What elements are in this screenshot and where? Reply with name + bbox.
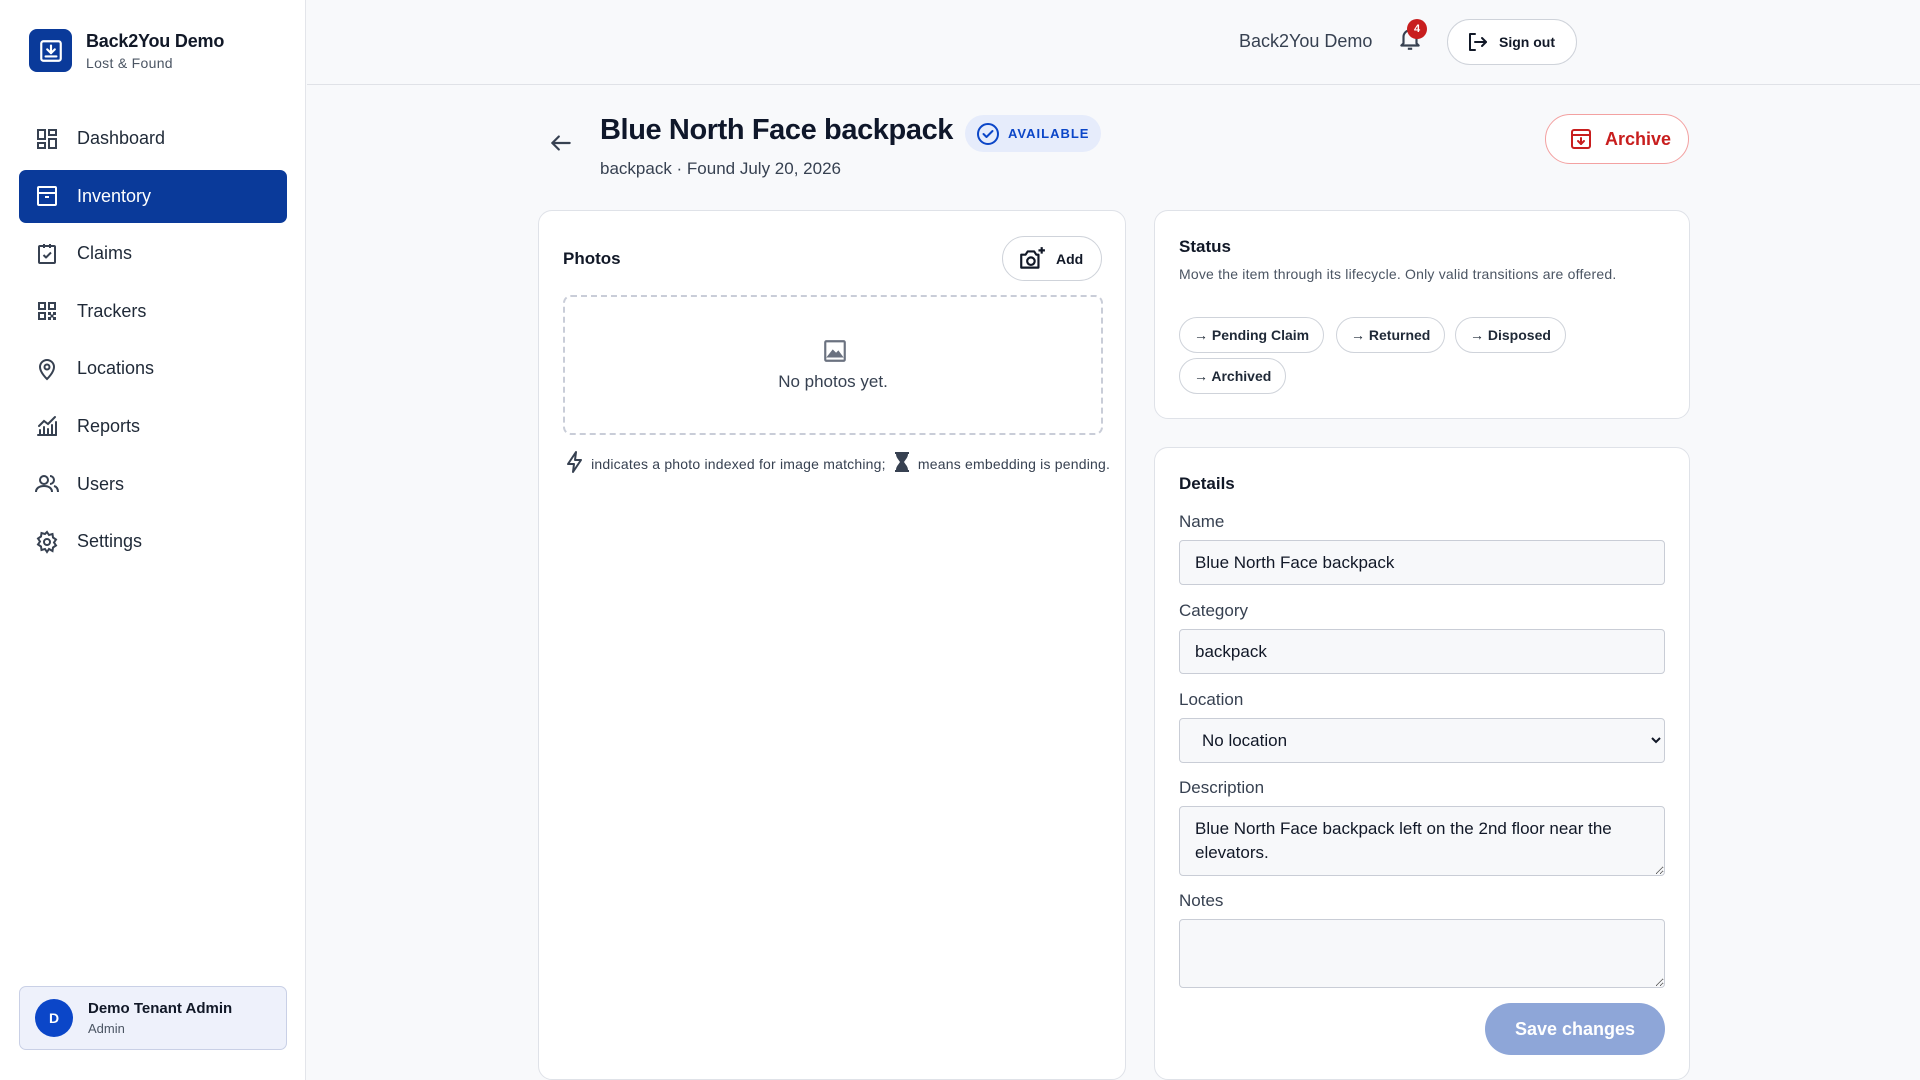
sign-out-label: Sign out — [1499, 34, 1555, 50]
archive-box-icon — [34, 183, 60, 209]
details-card: Details Name Category Location No locati… — [1154, 447, 1690, 1080]
photos-card: Photos Add No photos yet. indicates a ph… — [538, 210, 1126, 1080]
status-description: Move the item through its lifecycle. Onl… — [1179, 266, 1617, 282]
tenant-name: Back2You Demo — [1239, 31, 1373, 51]
gear-icon — [34, 529, 60, 555]
notes-label: Notes — [1179, 891, 1224, 910]
page-title: Blue North Face backpack — [600, 114, 954, 146]
category-label: Category — [1179, 601, 1248, 620]
user-role: Admin — [88, 1021, 125, 1036]
chart-icon — [34, 413, 60, 439]
transition-archived-button[interactable]: → Archived — [1179, 358, 1287, 394]
transition-pending-claim-button[interactable]: → Pending Claim — [1179, 317, 1325, 353]
location-select[interactable]: No location — [1179, 718, 1665, 763]
photo-legend: indicates a photo indexed for image matc… — [563, 449, 1111, 482]
sidebar-item-dashboard[interactable]: Dashboard — [19, 112, 287, 165]
check-circle-icon — [976, 122, 1000, 146]
no-photos-message: No photos yet. — [778, 372, 888, 391]
sidebar-item-users[interactable]: Users — [19, 458, 287, 511]
archive-button[interactable]: Archive — [1545, 114, 1689, 164]
image-placeholder-icon — [822, 338, 848, 369]
brand-subtitle: Lost & Found — [86, 54, 173, 71]
legend-text-pending: means embedding is pending. — [917, 456, 1111, 472]
avatar: D — [35, 999, 73, 1037]
clipboard-check-icon — [34, 241, 60, 267]
back-arrow-icon[interactable] — [548, 130, 576, 158]
add-photo-button[interactable]: Add — [1002, 236, 1102, 281]
add-photo-label: Add — [1056, 250, 1084, 267]
hourglass-icon — [890, 449, 914, 482]
sidebar-item-locations[interactable]: Locations — [19, 342, 287, 395]
archive-label: Archive — [1605, 128, 1672, 149]
sidebar-item-label: Reports — [77, 415, 141, 436]
users-icon — [34, 471, 60, 497]
sidebar-item-inventory[interactable]: Inventory — [19, 169, 287, 223]
sidebar-item-label: Users — [77, 473, 125, 494]
user-name: Demo Tenant Admin — [88, 1000, 233, 1017]
save-changes-button[interactable]: Save changes — [1485, 1003, 1665, 1055]
logout-icon — [1465, 30, 1489, 54]
status-badge-label: AVAILABLE — [1008, 126, 1090, 141]
camera-plus-icon — [1018, 246, 1046, 272]
photo-dropzone[interactable]: No photos yet. — [563, 295, 1103, 435]
top-header — [307, 0, 1920, 85]
photos-title: Photos — [563, 249, 621, 268]
location-label: Location — [1179, 690, 1244, 709]
sidebar-item-label: Claims — [77, 243, 133, 264]
status-badge: AVAILABLE — [965, 115, 1102, 152]
sidebar-item-label: Settings — [77, 531, 143, 552]
description-textarea[interactable]: Blue North Face backpack left on the 2nd… — [1179, 806, 1665, 876]
brand-logo-icon — [29, 29, 72, 72]
sidebar-item-label: Dashboard — [77, 128, 166, 148]
notification-count-badge: 4 — [1407, 19, 1427, 39]
sidebar: Back2You Demo Lost & Found Dashboard Inv… — [0, 0, 306, 1080]
brand-name: Back2You Demo — [86, 30, 225, 51]
item-subtitle: backpack · Found July 20, 2026 — [600, 159, 841, 178]
user-card[interactable]: D Demo Tenant Admin Admin — [19, 986, 287, 1050]
transition-disposed-button[interactable]: → Disposed — [1455, 317, 1566, 353]
legend-text-indexed: indicates a photo indexed for image matc… — [591, 456, 886, 472]
name-label: Name — [1179, 512, 1225, 531]
sidebar-nav: Dashboard Inventory Claims Trackers Loca… — [19, 112, 287, 573]
brand[interactable]: Back2You Demo Lost & Found — [29, 29, 224, 72]
sidebar-item-reports[interactable]: Reports — [19, 400, 287, 453]
archive-download-icon — [1569, 127, 1593, 151]
sidebar-item-label: Locations — [77, 358, 155, 379]
sidebar-item-label: Trackers — [77, 300, 147, 321]
sidebar-item-settings[interactable]: Settings — [19, 515, 287, 568]
qr-code-icon — [34, 298, 60, 324]
notes-textarea[interactable] — [1179, 919, 1665, 988]
name-input[interactable] — [1179, 540, 1665, 585]
status-card: Status Move the item through its lifecyc… — [1154, 210, 1690, 419]
sidebar-item-label: Inventory — [77, 185, 152, 206]
sidebar-item-trackers[interactable]: Trackers — [19, 285, 287, 338]
details-title: Details — [1179, 474, 1235, 493]
sidebar-item-claims[interactable]: Claims — [19, 227, 287, 280]
status-title: Status — [1179, 237, 1231, 256]
map-pin-icon — [34, 356, 60, 382]
dashboard-icon — [34, 126, 60, 152]
lightning-icon — [563, 449, 587, 482]
transition-returned-button[interactable]: → Returned — [1336, 317, 1446, 353]
category-input[interactable] — [1179, 629, 1665, 674]
sign-out-button[interactable]: Sign out — [1447, 19, 1577, 65]
description-label: Description — [1179, 778, 1265, 797]
